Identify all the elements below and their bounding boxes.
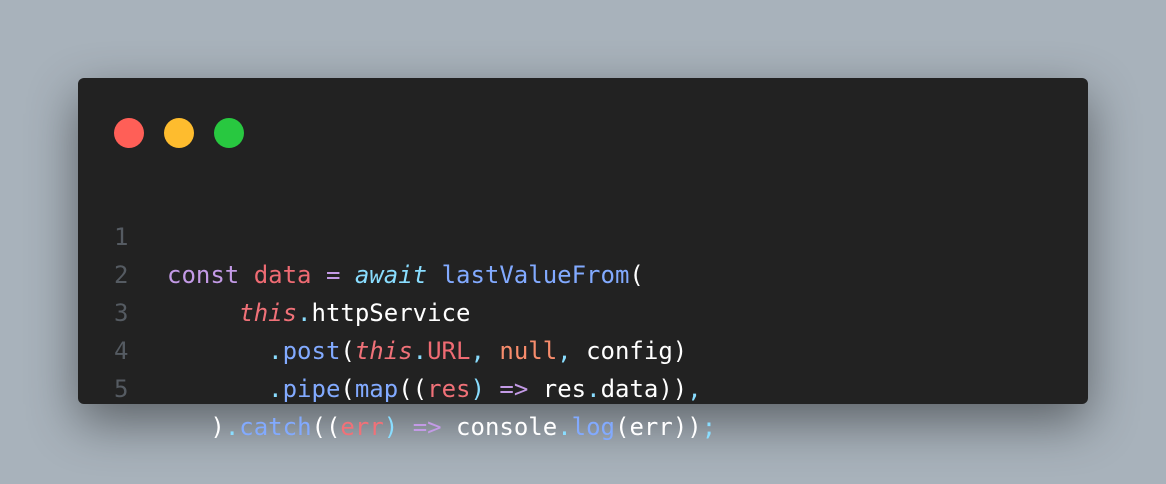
code-token: . <box>268 375 283 403</box>
code-token: . <box>224 413 240 441</box>
code-token: ( <box>340 375 355 403</box>
code-token: catch <box>239 413 312 441</box>
code-token: ) <box>383 413 399 441</box>
code-line: 3 .post(this.URL, null, config) <box>78 256 1088 365</box>
code-token: ) <box>210 413 225 441</box>
line-number: 5 <box>114 375 129 403</box>
code-token: map <box>354 375 399 403</box>
line-content: .pipe(map((res) => res.data)), <box>167 370 702 408</box>
minimize-dot-icon[interactable] <box>164 118 194 148</box>
code-window: 1 const data = await lastValueFrom( 2 th… <box>78 78 1088 441</box>
code-token: err <box>629 413 673 441</box>
close-dot-icon[interactable] <box>114 118 144 148</box>
code-token: res <box>542 375 587 403</box>
code-token: console <box>456 413 558 441</box>
code-token: => <box>499 375 529 403</box>
code-token: err <box>340 413 384 441</box>
code-token: ( <box>615 413 630 441</box>
code-token: log <box>571 413 616 441</box>
line-content: ).catch((err) => console.log(err)); <box>167 408 716 446</box>
code-token: (( <box>398 375 428 403</box>
code-token: ) <box>470 375 485 403</box>
maximize-dot-icon[interactable] <box>214 118 244 148</box>
code-line: 4 .pipe(map((res) => res.data)), <box>78 294 1088 403</box>
code-token: )) <box>672 413 702 441</box>
code-line: 5 ).catch((err) => console.log(err)); <box>78 332 1088 441</box>
code-token: res <box>427 375 471 403</box>
code-token: , <box>687 375 702 403</box>
code-token: . <box>557 413 572 441</box>
code-token: => <box>412 413 442 441</box>
code-block: 1 const data = await lastValueFrom( 2 th… <box>78 180 1088 441</box>
code-token: pipe <box>282 375 341 403</box>
code-line: 2 this.httpService <box>78 218 1088 327</box>
code-token: )) <box>658 375 688 403</box>
code-token: data <box>600 375 659 403</box>
code-token: . <box>586 375 601 403</box>
code-line: 1 const data = await lastValueFrom( <box>78 180 1088 289</box>
code-token: (( <box>311 413 341 441</box>
code-token: ; <box>701 413 717 441</box>
